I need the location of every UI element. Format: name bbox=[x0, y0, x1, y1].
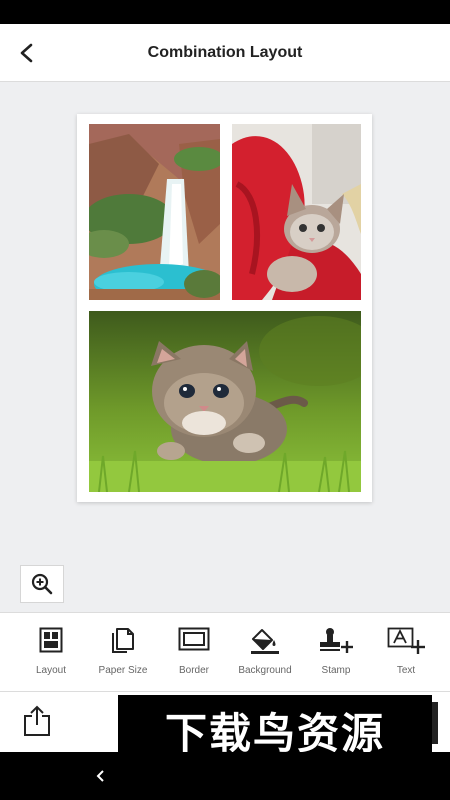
waterfall-photo[interactable] bbox=[89, 124, 220, 300]
kitten-grass-photo[interactable] bbox=[89, 311, 361, 492]
add-text-icon bbox=[387, 627, 425, 654]
toolbar-label: Text bbox=[396, 665, 416, 676]
stamp-icon bbox=[320, 628, 353, 653]
edit-toolbar: Layout Paper Size Border Background Stam… bbox=[0, 612, 450, 692]
editor-canvas bbox=[0, 82, 450, 612]
status-bar bbox=[0, 0, 450, 24]
share-button[interactable] bbox=[22, 704, 56, 740]
nav-back-icon bbox=[96, 770, 104, 782]
page-title: Combination Layout bbox=[147, 44, 303, 61]
zoom-in-icon bbox=[31, 573, 53, 595]
layout-icon bbox=[39, 627, 63, 653]
border-icon bbox=[178, 627, 210, 651]
toolbar-stamp[interactable]: Stamp bbox=[301, 613, 371, 693]
toolbar-paper-size[interactable]: Paper Size bbox=[88, 613, 158, 693]
toolbar-layout[interactable]: Layout bbox=[16, 613, 86, 693]
paint-bucket-icon bbox=[251, 629, 279, 654]
toolbar-text[interactable]: Text bbox=[371, 613, 441, 693]
collage-paper bbox=[77, 114, 372, 502]
toolbar-border[interactable]: Border bbox=[159, 613, 229, 693]
system-nav-bar bbox=[0, 752, 450, 800]
zoom-button[interactable] bbox=[20, 565, 64, 603]
app-header: Combination Layout bbox=[0, 24, 450, 82]
toolbar-background[interactable]: Background bbox=[230, 613, 300, 693]
share-icon bbox=[24, 705, 50, 736]
paper-size-icon bbox=[112, 628, 134, 653]
partial-button-edge bbox=[432, 702, 438, 744]
kitten-red-blanket-photo[interactable] bbox=[232, 124, 361, 300]
nav-back-button[interactable] bbox=[90, 764, 110, 788]
